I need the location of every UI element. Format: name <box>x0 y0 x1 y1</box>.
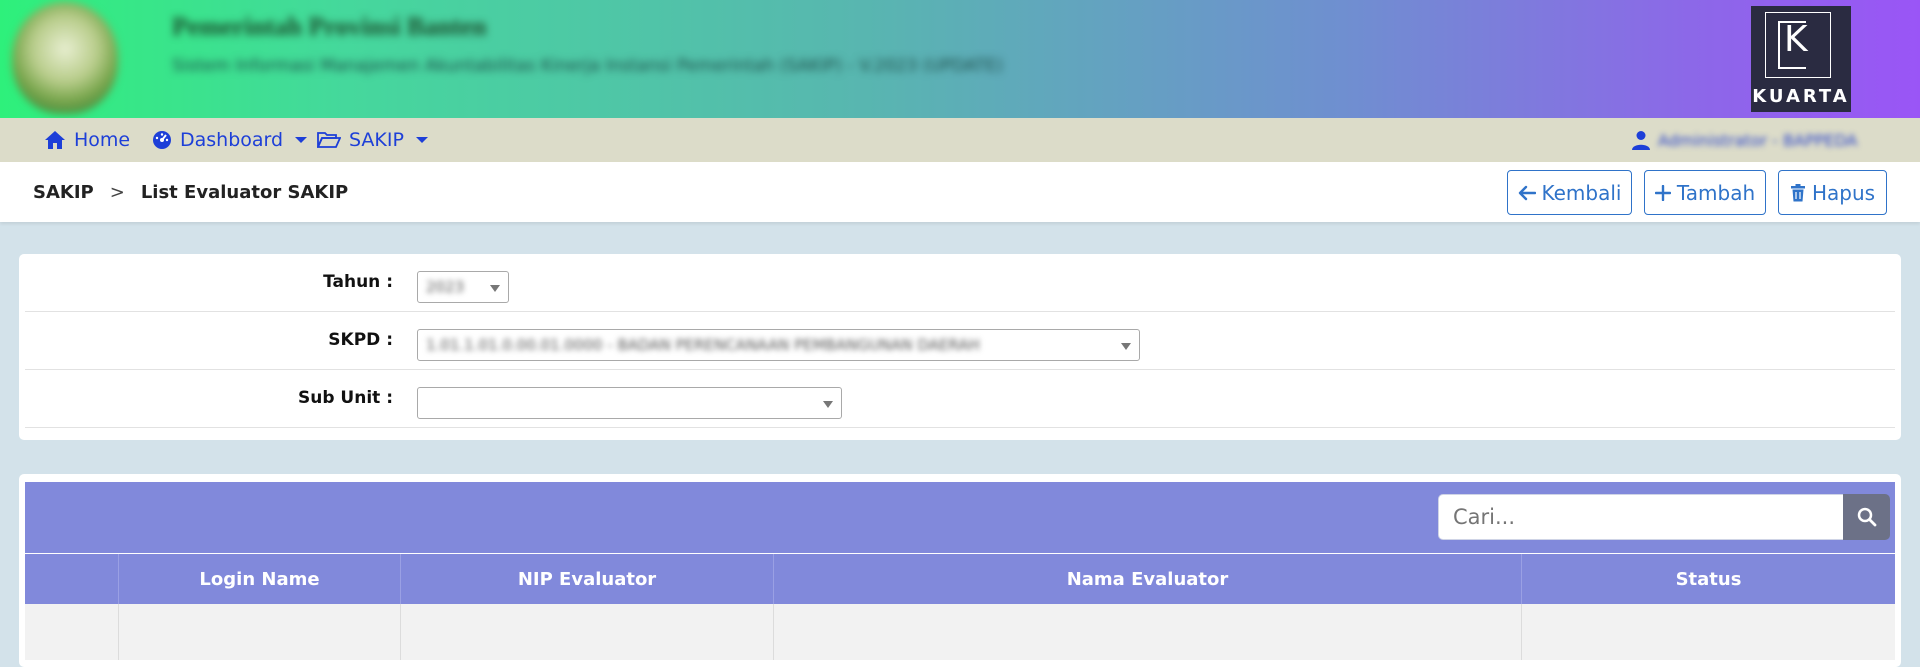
search-icon <box>1857 507 1876 527</box>
subunit-label: Sub Unit : <box>297 388 393 408</box>
nav-dashboard-label: Dashboard <box>180 129 284 151</box>
breadcrumb-bar: SAKIP > List Evaluator SAKIP <box>0 162 1920 222</box>
brand-frame: K <box>1765 12 1831 78</box>
skpd-select-value: 1.01.1.01.0.00.01.0000 - BADAN PERENCANA… <box>426 336 980 354</box>
nav-home[interactable]: Home <box>44 118 130 162</box>
breadcrumb: SAKIP > List Evaluator SAKIP <box>33 162 348 222</box>
brand-name: KUARTA <box>1752 86 1850 107</box>
kuarta-logo: K KUARTA <box>1751 6 1851 112</box>
chevron-down-icon <box>295 137 308 143</box>
folder-open-icon <box>317 132 341 148</box>
home-icon <box>45 131 65 149</box>
nav-home-label: Home <box>74 129 131 151</box>
nav-sakip[interactable]: SAKIP <box>317 118 428 162</box>
subunit-select[interactable] <box>417 387 842 419</box>
tahun-select-value: 2023 <box>426 278 465 296</box>
breadcrumb-separator: > <box>109 181 125 203</box>
dropdown-arrow-icon <box>490 285 500 292</box>
nav-dashboard[interactable]: Dashboard <box>152 118 308 162</box>
add-button-label: Tambah <box>1676 180 1756 205</box>
search-input[interactable] <box>1438 494 1844 540</box>
chevron-down-icon <box>415 137 428 143</box>
table-cell <box>25 604 118 660</box>
main-navbar: Home Dashboard SAKIP Administrator - BAP… <box>0 118 1920 162</box>
table-cell <box>773 604 1521 660</box>
column-header-nip-evaluator[interactable]: NIP Evaluator <box>400 554 773 604</box>
filter-row-tahun: Tahun : 2023 <box>25 254 1895 312</box>
arrow-left-icon <box>1518 185 1536 200</box>
dropdown-arrow-icon <box>1121 343 1131 350</box>
dropdown-arrow-icon <box>823 401 833 408</box>
skpd-select[interactable]: 1.01.1.01.0.00.01.0000 - BADAN PERENCANA… <box>417 329 1140 361</box>
table-cell <box>400 604 773 660</box>
table-cell <box>118 604 400 660</box>
back-button-label: Kembali <box>1541 180 1622 205</box>
delete-button[interactable]: Hapus <box>1778 170 1887 215</box>
banner-title: Pemerintah Provinsi Banten <box>172 12 487 41</box>
breadcrumb-root[interactable]: SAKIP <box>33 182 94 203</box>
nav-sakip-label: SAKIP <box>349 129 404 151</box>
back-button[interactable]: Kembali <box>1507 170 1632 215</box>
add-button[interactable]: Tambah <box>1644 170 1766 215</box>
filter-row-skpd: SKPD : 1.01.1.01.0.00.01.0000 - BADAN PE… <box>25 312 1895 370</box>
plus-icon <box>1654 184 1671 201</box>
province-logo <box>12 2 118 114</box>
tahun-select[interactable]: 2023 <box>417 271 509 303</box>
table-toolbar <box>25 482 1895 553</box>
column-header-status[interactable]: Status <box>1521 554 1895 604</box>
column-header-select <box>25 554 118 604</box>
dashboard-gauge-icon <box>153 131 171 149</box>
skpd-label: SKPD : <box>328 330 393 350</box>
table-cell <box>1521 604 1895 660</box>
table-row <box>25 604 1895 660</box>
header-banner: Pemerintah Provinsi Banten Sistem Inform… <box>0 0 1920 118</box>
filter-row-subunit: Sub Unit : <box>25 370 1895 428</box>
table-header-row: Login Name NIP Evaluator Nama Evaluator … <box>25 554 1895 604</box>
brand-letter: K <box>1784 19 1808 60</box>
column-header-login-name[interactable]: Login Name <box>118 554 400 604</box>
evaluator-table-card: Login Name NIP Evaluator Nama Evaluator … <box>19 474 1901 667</box>
user-name: Administrator - BAPPEDA <box>1658 130 1858 150</box>
user-menu[interactable]: Administrator - BAPPEDA <box>1632 118 1878 162</box>
tahun-label: Tahun : <box>323 272 393 292</box>
search-button[interactable] <box>1843 494 1890 540</box>
breadcrumb-current: List Evaluator SAKIP <box>140 181 349 203</box>
user-icon <box>1632 131 1650 150</box>
banner-subtitle: Sistem Informasi Manajemen Akuntabilitas… <box>172 56 1003 76</box>
trash-icon <box>1790 183 1805 201</box>
filter-card: Tahun : 2023 SKPD : 1.01.1.01.0.00.01.00… <box>19 254 1901 440</box>
delete-button-label: Hapus <box>1811 180 1876 205</box>
column-header-nama-evaluator[interactable]: Nama Evaluator <box>773 554 1521 604</box>
